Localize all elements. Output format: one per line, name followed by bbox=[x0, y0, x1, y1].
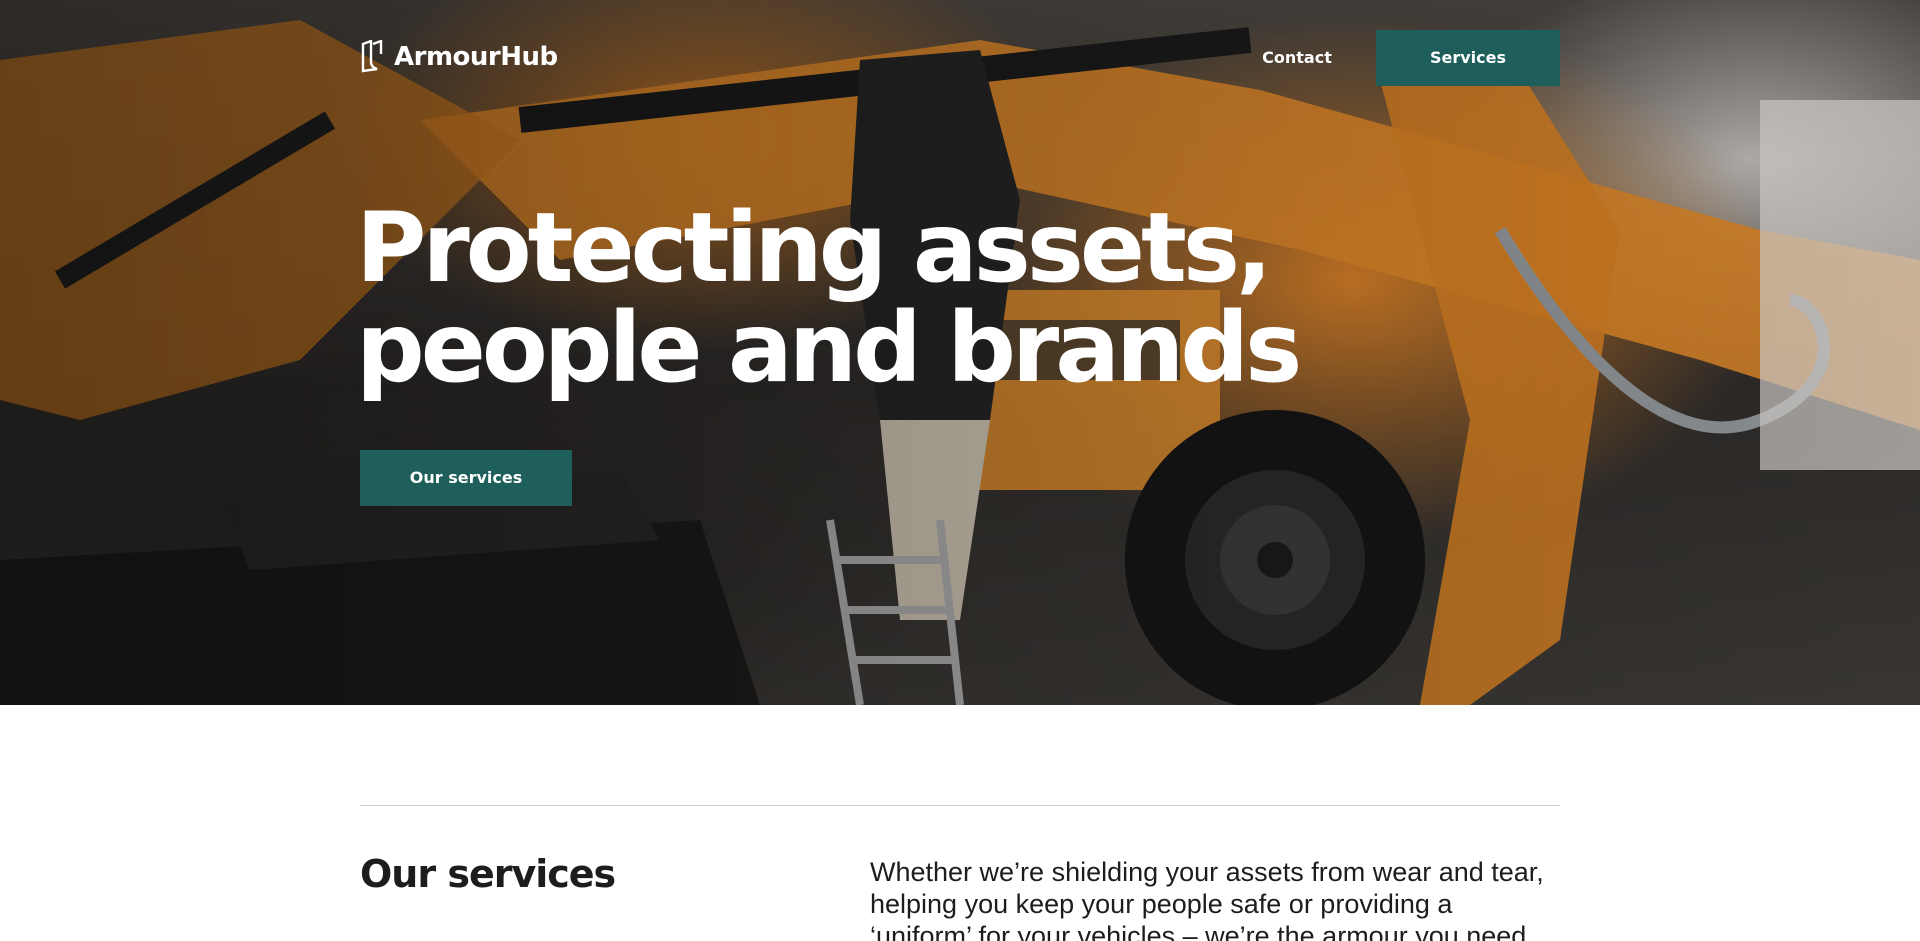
section-divider bbox=[360, 805, 1560, 806]
hero-headline: Protecting assets, people and brands bbox=[356, 198, 1356, 398]
main-nav: Contact Services bbox=[1218, 30, 1560, 86]
services-title: Our services bbox=[360, 852, 616, 896]
nav-services-button[interactable]: Services bbox=[1376, 30, 1560, 86]
services-description: Whether we’re shielding your assets from… bbox=[870, 857, 1544, 941]
brand-name: ArmourHub bbox=[394, 42, 558, 72]
hero-headline-line-1: Protecting assets, bbox=[356, 192, 1273, 304]
shield-icon bbox=[361, 40, 383, 73]
hero-section: ArmourHub Contact Services Protecting as… bbox=[0, 0, 1920, 705]
brand-logo[interactable]: ArmourHub bbox=[360, 40, 558, 74]
hero-headline-line-2: people and brands bbox=[356, 292, 1302, 404]
nav-contact-link[interactable]: Contact bbox=[1218, 30, 1376, 86]
our-services-button[interactable]: Our services bbox=[360, 450, 572, 506]
